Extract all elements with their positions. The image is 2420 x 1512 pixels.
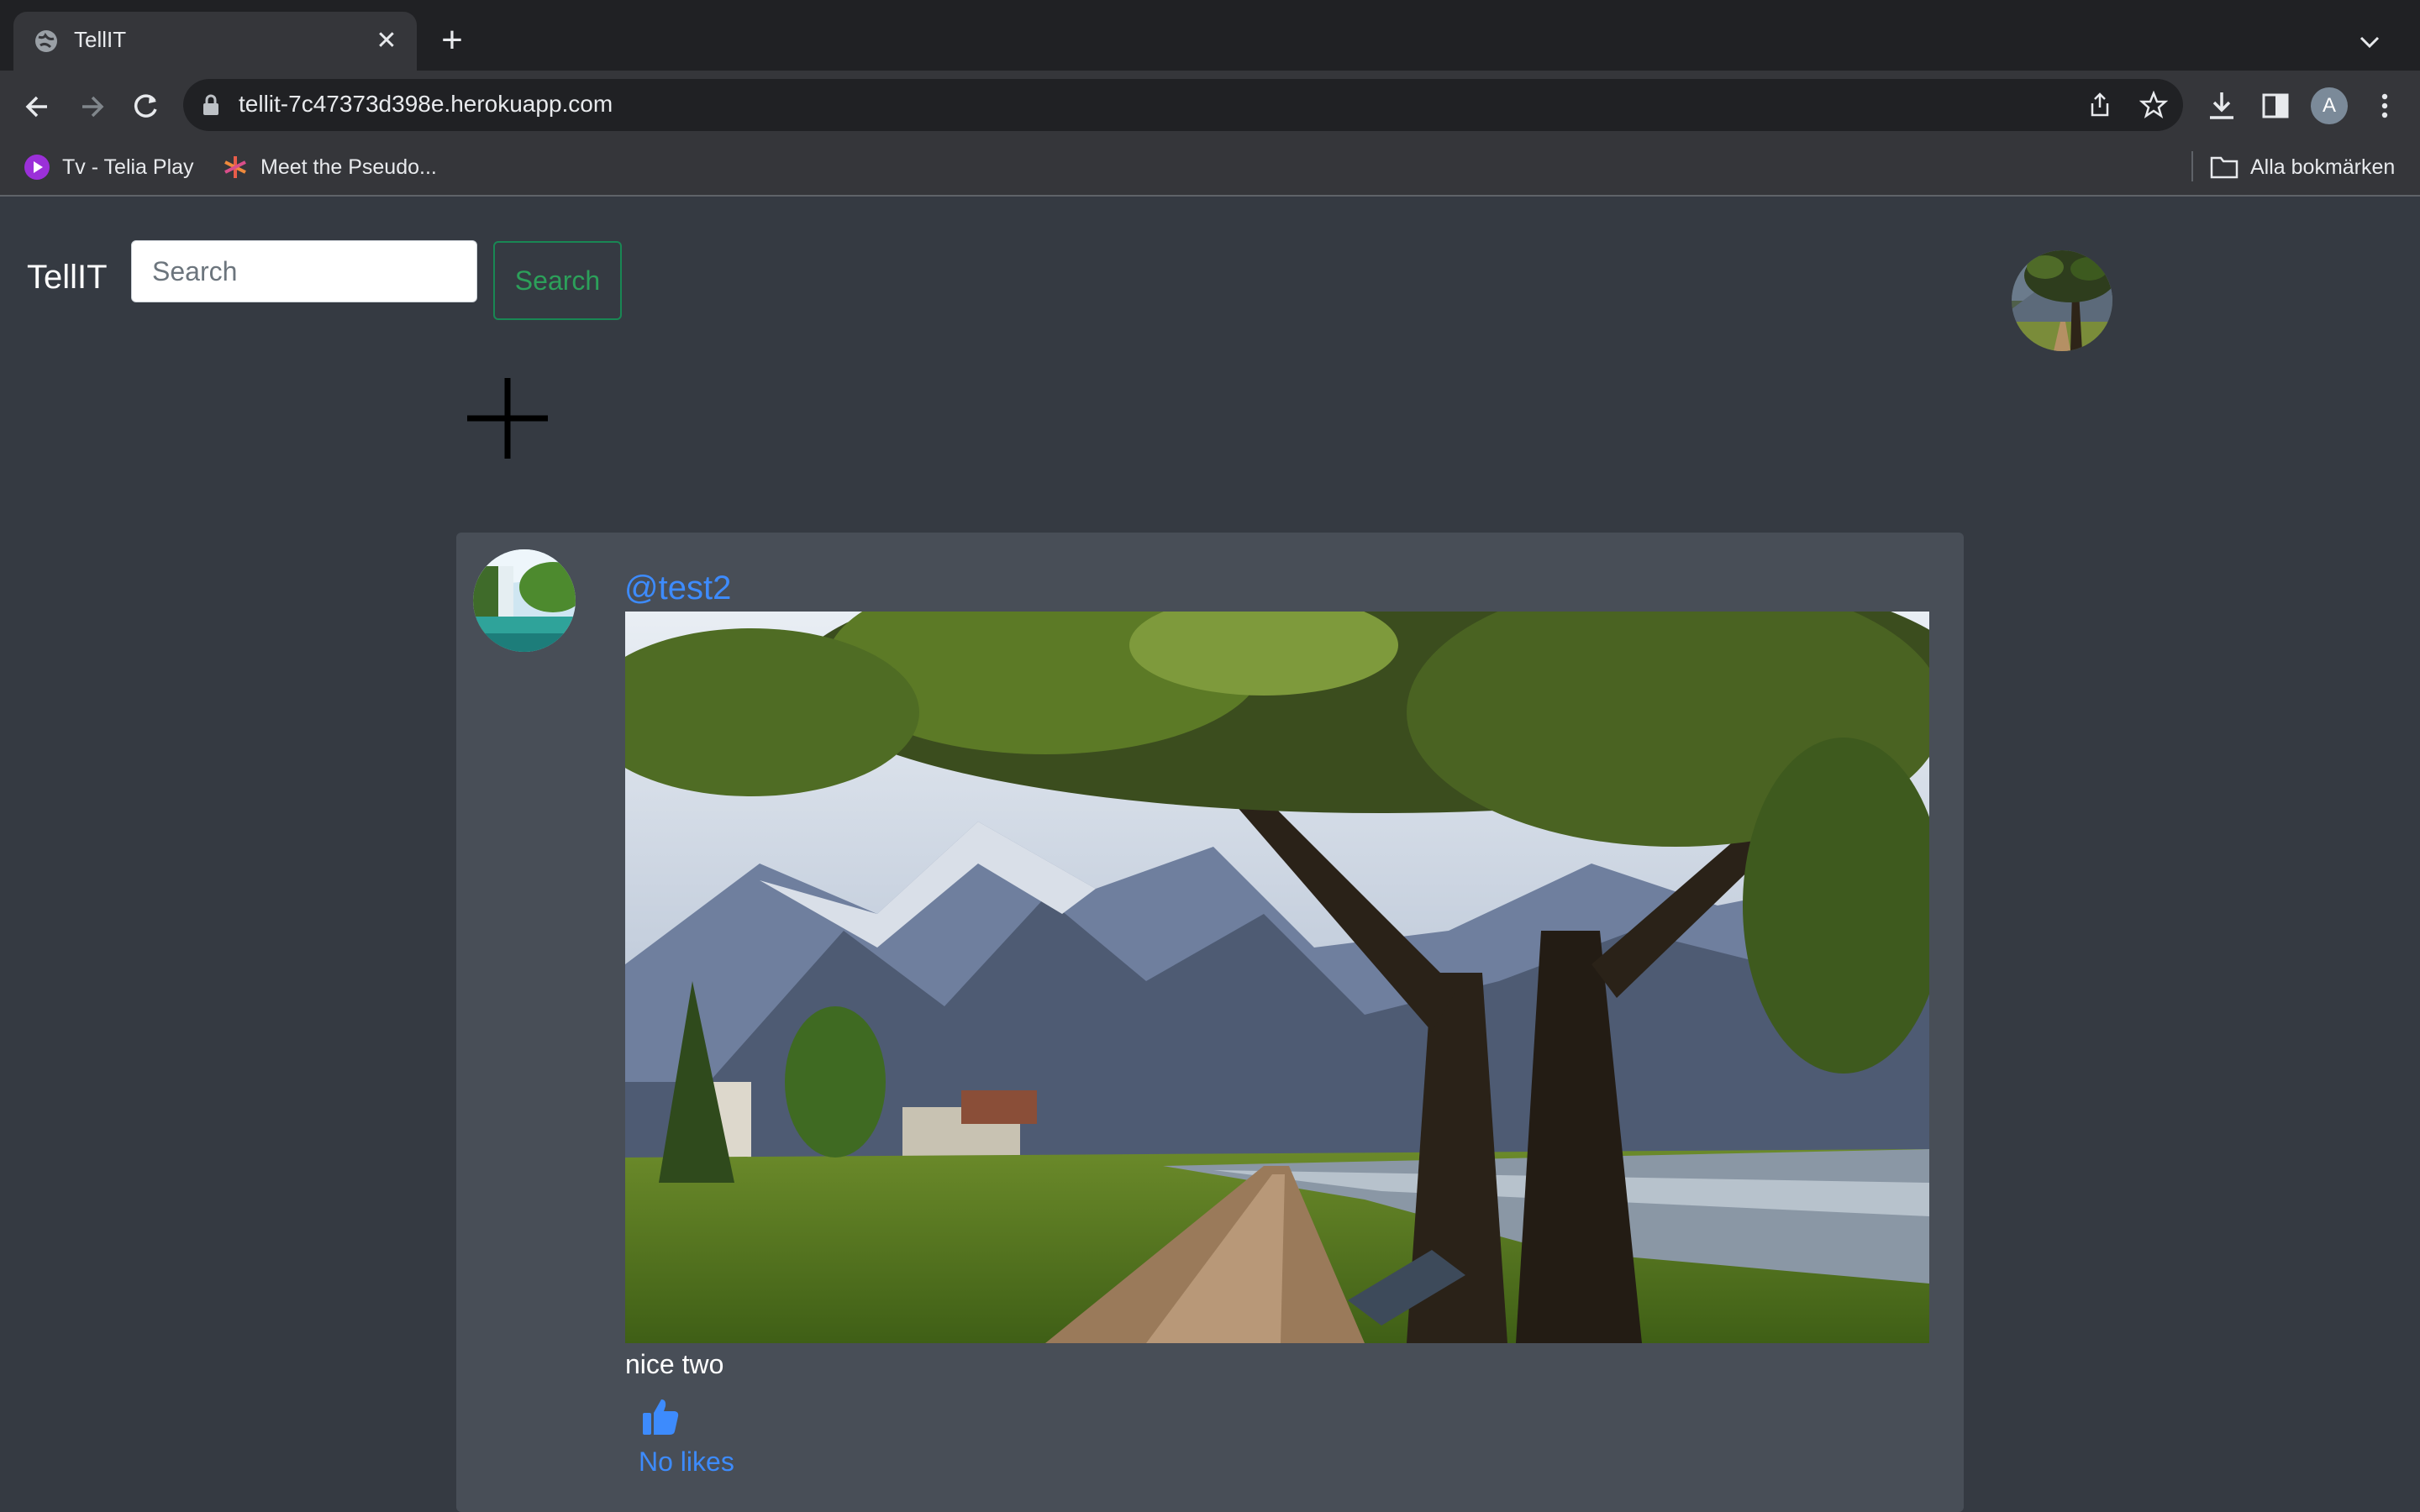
profile-avatar[interactable]: A	[2311, 87, 2348, 124]
post-caption: nice two	[625, 1349, 724, 1379]
search-button[interactable]: Search	[493, 241, 622, 320]
bookmark-label: Tv - Telia Play	[62, 155, 194, 179]
back-arrow-icon[interactable]	[18, 87, 57, 126]
brand-logo[interactable]: TellIT	[27, 259, 108, 297]
asterisk-icon	[224, 156, 246, 178]
likes-count[interactable]: No likes	[639, 1446, 734, 1478]
address-bar[interactable]: tellit-7c47373d398e.herokuapp.com	[183, 79, 2183, 131]
all-bookmarks-button[interactable]: Alla bokmärken	[2210, 151, 2395, 183]
browser-toolbar: tellit-7c47373d398e.herokuapp.com A	[0, 71, 2420, 139]
folder-icon	[2210, 156, 2238, 179]
tab-title: TellIT	[74, 27, 127, 52]
url-text: tellit-7c47373d398e.herokuapp.com	[239, 91, 613, 117]
search-input[interactable]	[131, 240, 477, 302]
download-icon[interactable]	[2205, 89, 2238, 123]
post-image	[625, 612, 1929, 1343]
reload-icon[interactable]	[126, 87, 165, 126]
bookmark-meet-the-pseudo[interactable]: Meet the Pseudo...	[222, 151, 437, 183]
browser-chrome: TellIT ✕ + tellit-7c47373d398e.herokuapp…	[0, 0, 2420, 197]
add-post-plus-icon[interactable]	[464, 375, 551, 462]
side-panel-icon[interactable]	[2259, 89, 2292, 123]
tab-strip: TellIT ✕ +	[0, 0, 2420, 71]
avatar-tree-image	[2012, 250, 2112, 351]
bookmark-telia-play[interactable]: Tv - Telia Play	[24, 151, 194, 183]
post-username-link[interactable]: @test2	[624, 570, 731, 607]
telia-play-icon	[24, 155, 50, 180]
bookmark-label: Meet the Pseudo...	[260, 155, 437, 179]
share-icon[interactable]	[2086, 91, 2114, 119]
user-avatar[interactable]	[2012, 250, 2112, 351]
browser-tab[interactable]: TellIT ✕	[13, 12, 417, 71]
bookmarks-separator	[2191, 151, 2193, 181]
kebab-menu-icon[interactable]	[2368, 89, 2402, 123]
all-bookmarks-label: Alla bokmärken	[2250, 155, 2396, 179]
new-tab-icon[interactable]: +	[434, 22, 471, 60]
bookmark-star-icon[interactable]	[2139, 91, 2168, 119]
post-author-avatar[interactable]	[473, 549, 576, 652]
bookmarks-bar: Tv - Telia Play Meet the Pseudo... Alla …	[0, 139, 2420, 197]
avatar-waterfall-image	[473, 549, 576, 652]
landscape-photo	[625, 612, 1929, 1343]
tab-search-chevron-icon[interactable]	[2353, 25, 2386, 59]
post-card: @test2 nice two No likes	[456, 533, 1964, 1512]
thumbs-up-icon[interactable]	[639, 1396, 681, 1438]
globe-icon	[35, 30, 57, 52]
forward-arrow-icon[interactable]	[72, 87, 111, 126]
lock-icon[interactable]	[202, 94, 220, 116]
close-tab-icon[interactable]: ✕	[371, 26, 402, 56]
